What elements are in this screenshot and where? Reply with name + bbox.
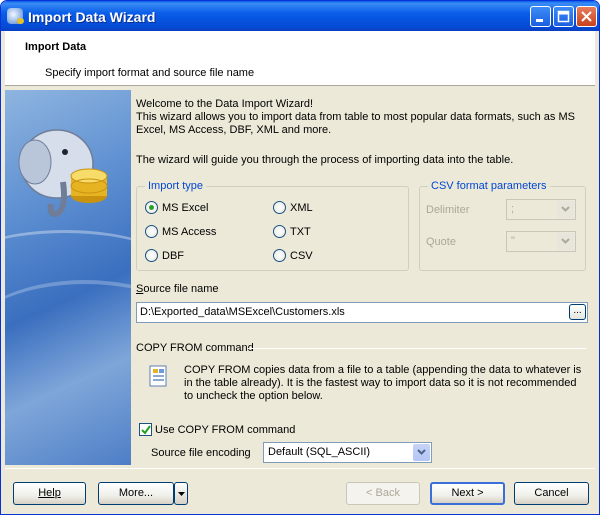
cancel-button[interactable]: Cancel xyxy=(514,482,589,505)
quote-label: Quote xyxy=(426,236,456,248)
wizard-content-panel: Welcome to the Data Import Wizard! This … xyxy=(131,90,595,465)
chevron-down-icon xyxy=(561,238,570,244)
import-type-legend: Import type xyxy=(145,180,207,192)
quote-dropdown-button[interactable] xyxy=(557,233,574,250)
radio-txt[interactable]: TXT xyxy=(273,225,311,238)
import-wizard-window: Import Data Wizard Import Data Specify i… xyxy=(0,0,600,515)
intro-text: Welcome to the Data Import Wizard! This … xyxy=(136,98,586,137)
next-button[interactable]: Next > xyxy=(430,482,505,505)
guide-text: The wizard will guide you through the pr… xyxy=(136,154,514,166)
copy-from-section-divider xyxy=(248,348,586,349)
radio-xml[interactable]: XML xyxy=(273,201,313,214)
copy-from-description: COPY FROM copies data from a file to a t… xyxy=(184,364,582,402)
import-type-group: Import type MS Excel MS Access DBF XML T… xyxy=(136,180,409,271)
elephant-database-icon xyxy=(18,129,108,218)
checkmark-icon xyxy=(141,425,151,435)
radio-csv[interactable]: CSV xyxy=(273,249,313,262)
welcome-heading: Welcome to the Data Import Wizard! xyxy=(136,98,314,110)
radio-csv-label: CSV xyxy=(290,249,313,262)
encoding-dropdown-button[interactable] xyxy=(413,444,430,461)
header-title: Import Data xyxy=(25,41,87,53)
radio-xml-dot[interactable] xyxy=(273,201,286,214)
radio-ms-excel[interactable]: MS Excel xyxy=(145,201,208,214)
copy-from-section-label: COPY FROM command xyxy=(136,342,254,354)
header-subtitle: Specify import format and source file na… xyxy=(45,67,255,79)
radio-csv-dot[interactable] xyxy=(273,249,286,262)
radio-ms-access-label: MS Access xyxy=(162,225,217,238)
radio-ms-excel-label: MS Excel xyxy=(162,201,209,214)
quote-select[interactable]: " xyxy=(506,231,576,252)
help-button[interactable]: Help xyxy=(13,482,86,505)
footer-divider xyxy=(5,468,595,469)
close-button[interactable] xyxy=(576,6,597,27)
arrow-down-icon xyxy=(178,492,185,496)
wizard-sidebar-image xyxy=(5,90,131,465)
close-icon xyxy=(581,11,592,22)
radio-ms-access[interactable]: MS Access xyxy=(145,225,216,238)
radio-dbf-dot[interactable] xyxy=(145,249,158,262)
radio-ms-excel-dot[interactable] xyxy=(145,201,158,214)
source-file-value: D:\Exported_data\MSExcel\Customers.xls xyxy=(140,306,345,318)
minimize-button[interactable] xyxy=(530,6,551,27)
delimiter-value: ; xyxy=(511,203,515,215)
elephant-app-icon xyxy=(7,8,24,24)
use-copy-from-checkbox[interactable]: Use COPY FROM command xyxy=(139,423,295,436)
back-button[interactable]: < Back xyxy=(346,482,420,505)
radio-ms-access-dot[interactable] xyxy=(145,225,158,238)
encoding-label: Source file encoding xyxy=(151,447,251,459)
encoding-select[interactable]: Default (SQL_ASCII) xyxy=(263,442,432,463)
delimiter-label: Delimiter xyxy=(426,204,470,216)
radio-txt-label: TXT xyxy=(290,225,311,238)
more-dropdown-button[interactable] xyxy=(174,482,188,505)
source-file-label: Source file name xyxy=(136,283,219,295)
radio-dbf-label: DBF xyxy=(162,249,184,262)
quote-value: " xyxy=(511,235,515,247)
browse-button[interactable]: ... xyxy=(569,304,586,320)
delimiter-dropdown-button[interactable] xyxy=(557,201,574,218)
csv-params-group: CSV format parameters Delimiter ; Quote … xyxy=(419,180,586,271)
help-button-label: Help xyxy=(38,487,61,499)
wizard-header: Import Data Specify import format and so… xyxy=(5,31,595,86)
window-title: Import Data Wizard xyxy=(28,9,156,25)
radio-dbf[interactable]: DBF xyxy=(145,249,184,262)
use-copy-from-label: Use COPY FROM command xyxy=(155,423,296,436)
csv-params-legend: CSV format parameters xyxy=(428,180,550,192)
source-file-label-text: ource file name xyxy=(143,283,219,295)
delimiter-select[interactable]: ; xyxy=(506,199,576,220)
title-bar[interactable]: Import Data Wizard xyxy=(1,1,599,31)
radio-txt-dot[interactable] xyxy=(273,225,286,238)
info-document-icon xyxy=(149,365,167,387)
maximize-button[interactable] xyxy=(553,6,574,27)
chevron-down-icon xyxy=(417,449,426,455)
more-button[interactable]: More... xyxy=(98,482,174,505)
radio-xml-label: XML xyxy=(290,201,313,214)
minimize-icon xyxy=(536,19,543,22)
welcome-description: This wizard allows you to import data fr… xyxy=(136,111,575,136)
use-copy-from-box[interactable] xyxy=(139,423,152,436)
encoding-value: Default (SQL_ASCII) xyxy=(268,446,371,458)
maximize-icon xyxy=(557,10,570,23)
source-file-input[interactable]: D:\Exported_data\MSExcel\Customers.xls .… xyxy=(136,302,588,323)
chevron-down-icon xyxy=(561,206,570,212)
